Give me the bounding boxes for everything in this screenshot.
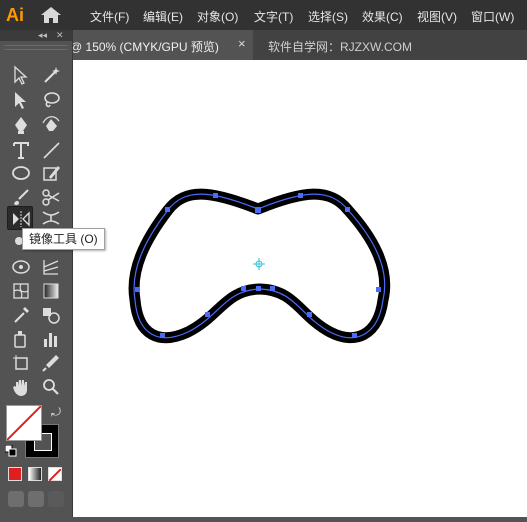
perspective-grid-tool[interactable]: [8, 255, 34, 279]
menu-object[interactable]: 对象(O): [197, 8, 238, 25]
width-tool-icon: [42, 211, 60, 225]
draw-inside-button[interactable]: [48, 491, 64, 507]
shaper-pencil-icon: [43, 166, 60, 181]
anchor-points: [135, 193, 381, 338]
eyedropper-tool[interactable]: [8, 303, 34, 327]
menu-view[interactable]: 视图(V): [417, 8, 457, 25]
reflect-icon: [13, 211, 30, 227]
lasso-icon: [44, 92, 60, 108]
pen-icon: [15, 117, 27, 134]
mesh-grid-icon: [13, 283, 29, 299]
document-tab[interactable]: @ 150% (CMYK/GPU 预览) ×: [60, 30, 253, 60]
zoom-magnifier-icon: [43, 379, 59, 395]
watermark-text: 软件自学网：RJZXW.COM: [268, 40, 412, 54]
panel-grip[interactable]: [4, 45, 68, 50]
artboard-icon: [13, 355, 28, 370]
artwork: [128, 188, 391, 344]
fill-color-swatch[interactable]: [6, 405, 42, 441]
home-icon[interactable]: [40, 6, 62, 24]
none-mode-icon: [48, 468, 62, 482]
mesh-tool[interactable]: [38, 255, 64, 279]
width-tool[interactable]: [38, 206, 64, 230]
pen-tool[interactable]: [8, 113, 34, 137]
column-graph-icon: [44, 333, 57, 347]
slice-knife-icon: [42, 355, 59, 372]
blend-tool[interactable]: [38, 303, 64, 327]
menu-select[interactable]: 选择(S): [308, 8, 348, 25]
close-tab-button[interactable]: ×: [238, 36, 246, 51]
magic-wand-tool[interactable]: [38, 63, 64, 87]
line-segment-tool[interactable]: [38, 138, 64, 162]
curvature-tool[interactable]: [38, 113, 64, 137]
selection-tool[interactable]: [8, 63, 34, 87]
shaper-tool[interactable]: [38, 161, 64, 185]
none-mode-button[interactable]: [48, 467, 62, 482]
menu-file[interactable]: 文件(F): [90, 8, 129, 25]
reflect-tool[interactable]: [7, 206, 33, 230]
blend-icon: [43, 308, 60, 324]
gradient-mode-button[interactable]: [28, 467, 42, 481]
ellipse-tool[interactable]: [8, 161, 34, 185]
perspective-grid-icon: [12, 260, 30, 274]
gradient-icon: [43, 283, 59, 299]
draw-behind-button[interactable]: [28, 491, 44, 507]
type-tool[interactable]: [8, 138, 34, 162]
artboard-canvas[interactable]: [73, 60, 527, 517]
grid-mesh-tool[interactable]: [8, 279, 34, 303]
slice-tool[interactable]: [38, 351, 64, 375]
color-mode-button[interactable]: [8, 467, 22, 481]
selection-arrow-icon: [14, 65, 28, 85]
menu-edit[interactable]: 编辑(E): [143, 8, 183, 25]
menu-type[interactable]: 文字(T): [254, 8, 293, 25]
zoom-tool[interactable]: [38, 375, 64, 399]
mesh-icon: [43, 260, 59, 275]
lasso-tool[interactable]: [38, 88, 64, 112]
draw-normal-button[interactable]: [8, 491, 24, 507]
artboard-tool[interactable]: [8, 351, 34, 375]
type-t-icon: [13, 142, 29, 159]
tool-tooltip: 镜像工具 (O): [22, 228, 105, 250]
column-graph-tool[interactable]: [38, 327, 64, 351]
direct-selection-tool[interactable]: [8, 88, 34, 112]
close-panel-button[interactable]: ✕: [56, 30, 64, 41]
center-point-icon: [253, 258, 265, 270]
direct-selection-icon: [15, 92, 26, 109]
tools-panel-header: ◂◂ ✕: [0, 30, 72, 41]
line-segment-icon: [43, 142, 60, 159]
paintbrush-icon: [14, 189, 29, 206]
magic-wand-icon: [44, 67, 60, 83]
eyedropper-icon: [14, 307, 29, 323]
curvature-pen-icon: [42, 116, 60, 131]
menu-effect[interactable]: 效果(C): [362, 8, 403, 25]
scissors-icon: [42, 189, 60, 206]
menu-bar: Ai 文件(F) 编辑(E) 对象(O) 文字(T) 选择(S) 效果(C) 视…: [0, 0, 527, 30]
collapse-panel-button[interactable]: ◂◂: [38, 30, 47, 41]
hand-tool[interactable]: [8, 375, 34, 399]
menu-window[interactable]: 窗口(W): [471, 8, 514, 25]
symbol-sprayer-tool[interactable]: [8, 327, 34, 351]
gradient-tool[interactable]: [38, 279, 64, 303]
symbol-sprayer-icon: [14, 331, 26, 348]
none-slash-icon: [7, 406, 41, 440]
app-logo: Ai: [6, 5, 24, 25]
swap-fill-stroke-icon[interactable]: ⤾: [51, 405, 61, 420]
hand-icon: [13, 380, 27, 396]
ellipse-icon: [12, 166, 30, 180]
document-tab-title: @ 150% (CMYK/GPU 预览): [70, 40, 219, 54]
default-fill-stroke-icon[interactable]: [5, 445, 17, 457]
